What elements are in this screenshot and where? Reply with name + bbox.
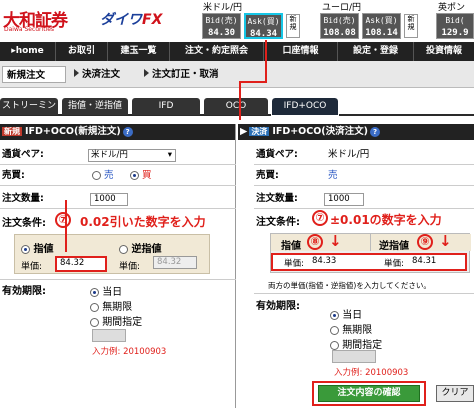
step-connector-line [64, 40, 267, 252]
connector-spare [64, 82, 266, 100]
connector-hidden [76, 120, 240, 182]
connector-top [239, 40, 267, 120]
